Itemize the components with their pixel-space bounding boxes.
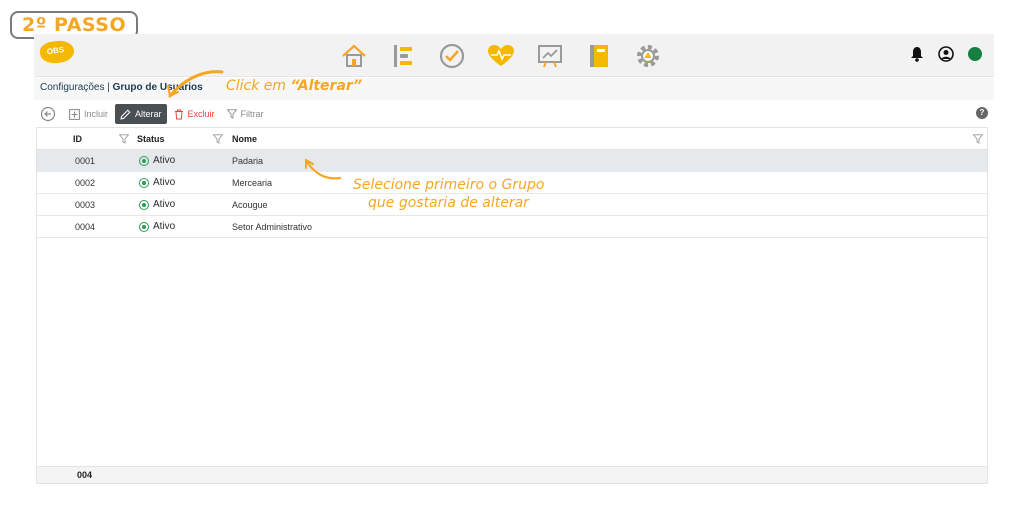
click-target: “Alterar” [290,78,363,94]
click-annotation: Click em “Alterar” [226,78,362,94]
select-annotation-line1: Selecione primeiro o Grupo [353,177,545,193]
annotation-arrows [167,70,342,180]
select-annotation-line2: que gostaria de alterar [368,195,529,211]
click-prefix: Click em [226,78,291,94]
